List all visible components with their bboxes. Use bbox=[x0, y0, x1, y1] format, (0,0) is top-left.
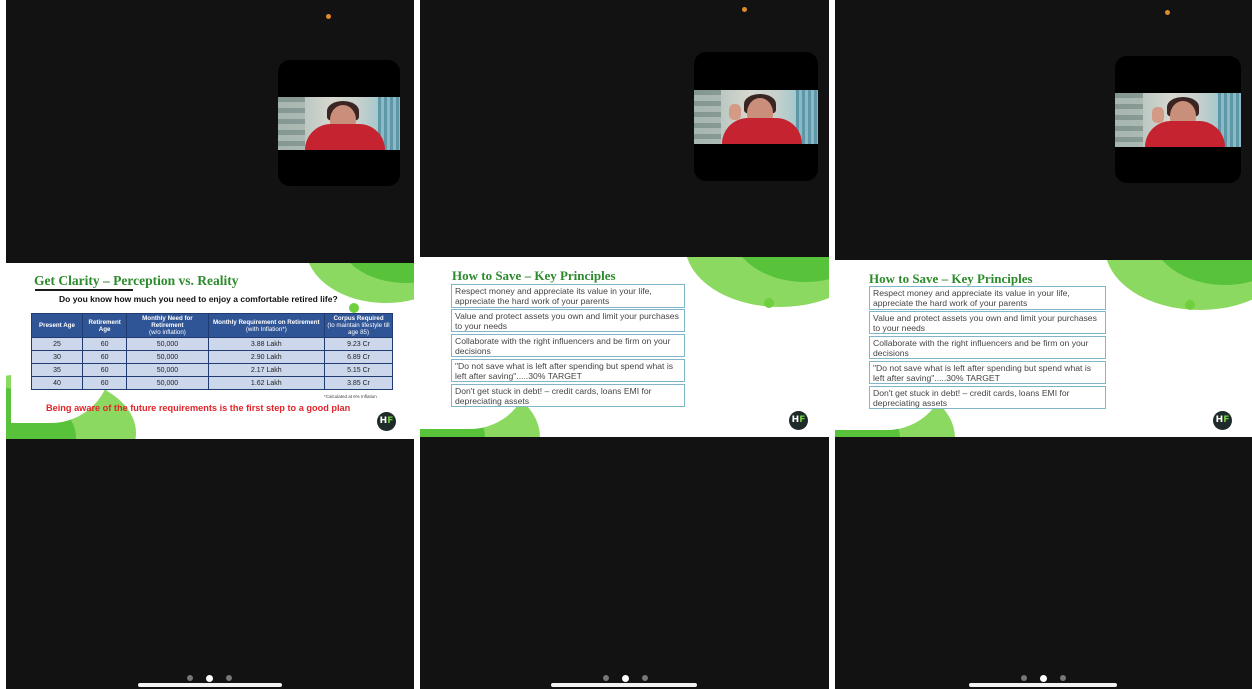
hf-logo-icon: HF bbox=[1213, 411, 1232, 430]
table-cell: 50,000 bbox=[126, 350, 209, 365]
camera-indicator-icon bbox=[742, 7, 747, 12]
page-dot bbox=[1021, 675, 1027, 681]
table-header: Monthly Requirement on Retirement (with I… bbox=[207, 312, 326, 339]
screen-2: How to Save – Key Principles Respect mon… bbox=[420, 0, 829, 689]
slide-tagline: Being aware of the future requirements i… bbox=[46, 403, 351, 413]
principle-box: Value and protect assets you own and lim… bbox=[451, 308, 685, 333]
table-cell: 60 bbox=[81, 350, 128, 365]
page-dot-active bbox=[622, 674, 629, 682]
principle-box: Don't get stuck in debt! – credit cards,… bbox=[869, 385, 1106, 410]
hf-logo-icon: HF bbox=[789, 411, 808, 430]
principle-box: Value and protect assets you own and lim… bbox=[869, 310, 1106, 335]
screen-1: Get Clarity – Perception vs. Reality Do … bbox=[6, 0, 414, 689]
page-dot-active bbox=[1040, 674, 1047, 682]
principle-box: Don't get stuck in debt! – credit cards,… bbox=[451, 383, 685, 408]
principle-box: "Do not save what is left after spending… bbox=[451, 358, 685, 383]
page-indicator[interactable] bbox=[187, 674, 237, 682]
table-header: Corpus Required (to maintain lifestyle ti… bbox=[324, 312, 393, 339]
table-header-row: Present Age Retirement Age Monthly Need … bbox=[31, 312, 393, 339]
table-cell: 5.15 Cr bbox=[324, 363, 393, 378]
video-participant-icon bbox=[278, 97, 400, 150]
page-dot bbox=[226, 675, 232, 681]
hf-logo-icon: HF bbox=[377, 412, 396, 431]
table-cell: 60 bbox=[81, 337, 128, 352]
principle-box: "Do not save what is left after spending… bbox=[869, 360, 1106, 385]
video-tile[interactable] bbox=[1115, 56, 1241, 183]
principle-box: Respect money and appreciate its value i… bbox=[869, 286, 1106, 310]
table-cell: 60 bbox=[81, 376, 128, 391]
table-cell: 50,000 bbox=[126, 337, 209, 352]
camera-indicator-icon bbox=[326, 14, 331, 19]
slide-title: How to Save – Key Principles bbox=[452, 268, 616, 283]
screen-3: How to Save – Key Principles Respect mon… bbox=[835, 0, 1252, 689]
video-tile[interactable] bbox=[694, 52, 818, 181]
table-cell: 50,000 bbox=[126, 376, 209, 391]
slide-1: Get Clarity – Perception vs. Reality Do … bbox=[6, 263, 414, 439]
home-indicator[interactable] bbox=[138, 683, 282, 687]
table-cell: 60 bbox=[81, 363, 128, 378]
principle-box: Collaborate with the right influencers a… bbox=[869, 335, 1106, 360]
slide-title: Get Clarity – Perception vs. Reality bbox=[34, 273, 239, 288]
video-participant-icon bbox=[1115, 93, 1241, 147]
camera-indicator-icon bbox=[1165, 10, 1170, 15]
slide-question: Do you know how much you need to enjoy a… bbox=[59, 294, 338, 304]
table-row: 25 60 50,000 3.88 Lakh 9.23 Cr bbox=[31, 337, 393, 352]
table-cell: 50,000 bbox=[126, 363, 209, 378]
home-indicator[interactable] bbox=[551, 683, 697, 687]
slide-2: How to Save – Key Principles Respect mon… bbox=[420, 257, 829, 437]
table-footnote: *Calculated at 6% Inflation bbox=[324, 394, 377, 399]
table-row: 30 60 50,000 2.90 Lakh 6.89 Cr bbox=[31, 350, 393, 365]
table-cell: 9.23 Cr bbox=[324, 337, 393, 352]
slide-3: How to Save – Key Principles Respect mon… bbox=[835, 260, 1252, 437]
page-dot-active bbox=[206, 674, 213, 682]
page-dot bbox=[187, 675, 193, 681]
principles-list: Respect money and appreciate its value i… bbox=[451, 284, 685, 408]
table-header: Present Age bbox=[31, 312, 83, 339]
table-cell: 2.17 Lakh bbox=[207, 363, 326, 378]
table-cell: 30 bbox=[31, 350, 83, 365]
table-cell: 35 bbox=[31, 363, 83, 378]
table-row: 35 60 50,000 2.17 Lakh 5.15 Cr bbox=[31, 363, 393, 378]
table-cell: 6.89 Cr bbox=[324, 350, 393, 365]
table-header: Monthly Need for Retirement (w/o inflatio… bbox=[126, 312, 209, 339]
table-cell: 3.88 Lakh bbox=[207, 337, 326, 352]
table-row: 40 60 50,000 1.62 Lakh 3.85 Cr bbox=[31, 376, 393, 391]
title-underline bbox=[35, 289, 133, 291]
page-dot bbox=[642, 675, 648, 681]
table-header: Retirement Age bbox=[81, 312, 128, 339]
table-cell: 40 bbox=[31, 376, 83, 391]
table-cell: 3.85 Cr bbox=[324, 376, 393, 391]
page-indicator[interactable] bbox=[1021, 674, 1071, 682]
corpus-table: Present Age Retirement Age Monthly Need … bbox=[31, 312, 393, 391]
slide-title: How to Save – Key Principles bbox=[869, 271, 1033, 286]
principle-box: Respect money and appreciate its value i… bbox=[451, 284, 685, 308]
page-dot bbox=[603, 675, 609, 681]
page-dot bbox=[1060, 675, 1066, 681]
home-indicator[interactable] bbox=[969, 683, 1117, 687]
video-tile[interactable] bbox=[278, 60, 400, 186]
page-indicator[interactable] bbox=[603, 674, 653, 682]
table-cell: 1.62 Lakh bbox=[207, 376, 326, 391]
table-cell: 2.90 Lakh bbox=[207, 350, 326, 365]
video-participant-icon bbox=[694, 90, 818, 144]
principle-box: Collaborate with the right influencers a… bbox=[451, 333, 685, 358]
principles-list: Respect money and appreciate its value i… bbox=[869, 286, 1106, 410]
table-cell: 25 bbox=[31, 337, 83, 352]
